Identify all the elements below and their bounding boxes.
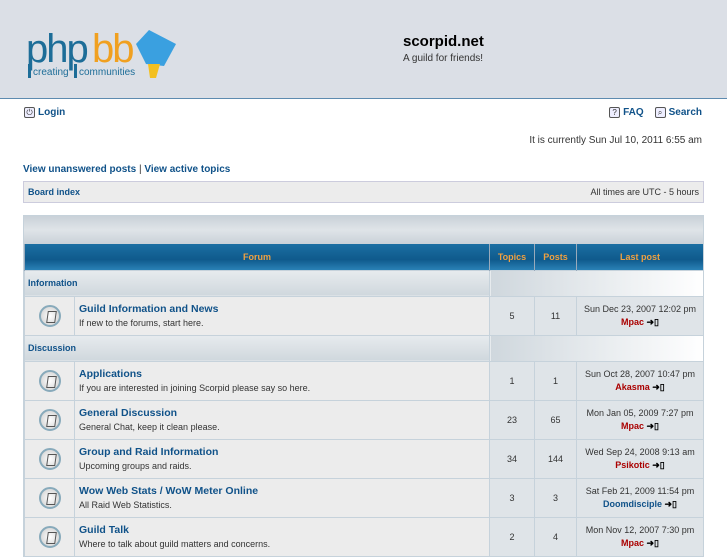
unanswered-posts-link[interactable]: View unanswered posts bbox=[23, 164, 136, 175]
site-header: php bb creating communities scorpid.net … bbox=[0, 0, 727, 99]
posts-count: 1 bbox=[534, 360, 577, 400]
topics-count: 3 bbox=[489, 477, 535, 517]
forum-read-icon bbox=[38, 369, 61, 392]
svg-text:php: php bbox=[26, 27, 87, 71]
forum-row: Guild Information and News If new to the … bbox=[24, 295, 703, 335]
active-topics-link[interactable]: View active topics bbox=[144, 164, 230, 175]
forum-title-link[interactable]: Guild Talk bbox=[79, 524, 489, 536]
view-latest-post-icon[interactable]: ➜▯ bbox=[647, 317, 660, 327]
forum-list: Forum Topics Posts Last post Information… bbox=[23, 215, 704, 557]
forum-read-icon bbox=[38, 447, 61, 470]
forum-read-icon bbox=[38, 408, 61, 431]
phpbb-logo[interactable]: php bb creating communities bbox=[24, 16, 184, 86]
topics-count: 23 bbox=[489, 399, 535, 439]
category-link[interactable]: Information bbox=[28, 278, 78, 288]
search-link[interactable]: Search bbox=[669, 107, 702, 118]
current-time: It is currently Sun Jul 10, 2011 6:55 am bbox=[529, 135, 702, 146]
posts-count: 3 bbox=[534, 477, 577, 517]
last-post-author[interactable]: Mpac bbox=[621, 538, 644, 548]
site-title: scorpid.net bbox=[403, 33, 484, 50]
category-row: Information bbox=[24, 269, 703, 296]
topics-count: 34 bbox=[489, 438, 535, 478]
last-post-date: Wed Sep 24, 2008 9:13 am bbox=[585, 446, 695, 457]
category-row: Discussion bbox=[24, 334, 703, 361]
forum-description: All Raid Web Statistics. bbox=[79, 499, 172, 510]
posts-count: 4 bbox=[534, 516, 577, 556]
forum-description: Upcoming groups and raids. bbox=[79, 460, 192, 471]
login-link[interactable]: ⏻ Login bbox=[24, 107, 65, 118]
board-index-link[interactable]: Board index bbox=[28, 187, 80, 197]
column-topics: Topics bbox=[489, 244, 535, 270]
forum-row: Group and Raid Information Upcoming group… bbox=[24, 438, 703, 478]
posts-count: 144 bbox=[534, 438, 577, 478]
last-post-author[interactable]: Akasma bbox=[615, 382, 650, 392]
svg-text:creating: creating bbox=[33, 67, 69, 78]
forum-description: Where to talk about guild matters and co… bbox=[79, 538, 271, 549]
svg-text:communities: communities bbox=[79, 67, 135, 78]
topics-count: 1 bbox=[489, 360, 535, 400]
forum-description: If you are interested in joining Scorpid… bbox=[79, 382, 311, 393]
faq-link[interactable]: FAQ bbox=[623, 107, 644, 118]
forum-title-link[interactable]: Wow Web Stats / WoW Meter Online bbox=[79, 485, 489, 497]
svg-text:bb: bb bbox=[92, 27, 133, 71]
site-description: A guild for friends! bbox=[403, 53, 484, 64]
forum-read-icon bbox=[38, 525, 61, 548]
view-latest-post-icon[interactable]: ➜▯ bbox=[652, 460, 665, 470]
view-latest-post-icon[interactable]: ➜▯ bbox=[652, 382, 665, 392]
topics-count: 2 bbox=[489, 516, 535, 556]
top-links: ? FAQ ⌕ Search bbox=[609, 107, 702, 118]
login-label[interactable]: Login bbox=[38, 107, 65, 118]
forum-description: If new to the forums, start here. bbox=[79, 317, 204, 328]
forum-title-link[interactable]: Applications bbox=[79, 368, 489, 380]
forum-list-header-band bbox=[24, 216, 703, 244]
last-post-author[interactable]: Mpac bbox=[621, 421, 644, 431]
view-latest-post-icon[interactable]: ➜▯ bbox=[665, 499, 678, 509]
posts-count: 11 bbox=[534, 295, 577, 335]
column-posts: Posts bbox=[534, 244, 577, 270]
login-icon: ⏻ bbox=[24, 107, 35, 118]
faq-icon: ? bbox=[609, 107, 621, 118]
column-last-post: Last post bbox=[576, 244, 703, 270]
last-post-date: Sun Dec 23, 2007 12:02 pm bbox=[583, 303, 697, 314]
topics-count: 5 bbox=[489, 295, 535, 335]
view-latest-post-icon[interactable]: ➜▯ bbox=[647, 421, 660, 431]
forum-title-link[interactable]: General Discussion bbox=[79, 407, 489, 419]
forum-row: Applications If you are interested in joi… bbox=[24, 360, 703, 400]
forum-row: Wow Web Stats / WoW Meter Online All Raid… bbox=[24, 477, 703, 517]
last-post-date: Sat Feb 21, 2009 11:54 pm bbox=[585, 485, 695, 496]
last-post-date: Mon Jan 05, 2009 7:27 pm bbox=[586, 407, 694, 418]
forum-title-link[interactable]: Guild Information and News bbox=[79, 303, 489, 315]
timezone-text: All times are UTC - 5 hours bbox=[590, 187, 699, 197]
last-post-author[interactable]: Psikotic bbox=[615, 460, 650, 470]
quick-links: View unanswered posts | View active topi… bbox=[23, 164, 230, 175]
forum-row: General Discussion General Chat, keep it … bbox=[24, 399, 703, 439]
search-icon: ⌕ bbox=[654, 107, 666, 118]
breadcrumb-bar: Board index All times are UTC - 5 hours bbox=[23, 181, 704, 203]
forum-description: General Chat, keep it clean please. bbox=[79, 421, 220, 432]
category-link[interactable]: Discussion bbox=[28, 343, 76, 353]
forum-read-icon bbox=[38, 304, 61, 327]
last-post-date: Mon Nov 12, 2007 7:30 pm bbox=[585, 524, 695, 535]
posts-count: 65 bbox=[534, 399, 577, 439]
forum-read-icon bbox=[38, 486, 61, 509]
last-post-author[interactable]: Mpac bbox=[621, 317, 644, 327]
column-forum: Forum bbox=[24, 244, 490, 270]
last-post-date: Sun Oct 28, 2007 10:47 pm bbox=[584, 368, 696, 379]
last-post-author[interactable]: Doomdisciple bbox=[603, 499, 662, 509]
forum-row: Guild Talk Where to talk about guild matt… bbox=[24, 516, 703, 556]
forum-title-link[interactable]: Group and Raid Information bbox=[79, 446, 489, 458]
view-latest-post-icon[interactable]: ➜▯ bbox=[647, 538, 660, 548]
